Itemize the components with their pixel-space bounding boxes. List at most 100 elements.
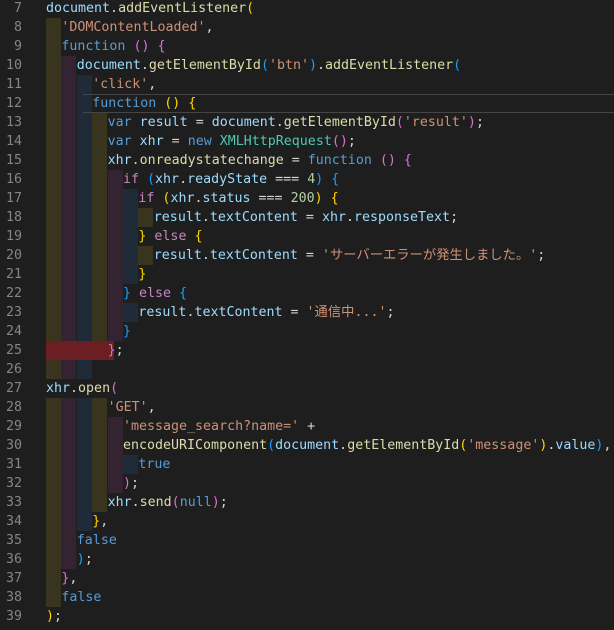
code-line[interactable]: 13 var result = document.getElementById('…	[0, 113, 614, 132]
code-token: {	[157, 39, 166, 54]
code-text[interactable]: var xhr = new XMLHttpRequest();	[108, 132, 356, 151]
code-text[interactable]: 'click',	[92, 75, 156, 94]
indent-guide	[46, 189, 61, 208]
code-text[interactable]: xhr.open(	[46, 379, 118, 398]
code-token: null	[179, 495, 212, 510]
code-token: send	[139, 495, 172, 510]
code-text[interactable]: result.textContent = xhr.responseText;	[154, 208, 458, 227]
code-text[interactable]: 'GET',	[108, 398, 156, 417]
code-line[interactable]: 35 false	[0, 531, 614, 550]
code-line[interactable]: 28 'GET',	[0, 398, 614, 417]
code-text[interactable]: } else {	[123, 284, 187, 303]
code-text[interactable]: result.textContent = 'サーバーエラーが発生しました。';	[154, 246, 546, 265]
code-text[interactable]: 'DOMContentLoaded',	[61, 18, 213, 37]
code-line[interactable]: 30 encodeURIComponent(document.getElement…	[0, 436, 614, 455]
indent-guide	[76, 398, 92, 417]
code-text[interactable]: );	[46, 607, 62, 626]
code-token: if	[123, 172, 140, 187]
code-line[interactable]: 19} else {	[0, 227, 614, 246]
code-line[interactable]: 17 if (xhr.status === 200) {	[0, 189, 614, 208]
indent-guide	[61, 360, 77, 379]
code-token: =	[297, 210, 322, 225]
code-line[interactable]: 8 'DOMContentLoaded',	[0, 18, 614, 37]
code-line[interactable]: 11 'click',	[0, 75, 614, 94]
code-text[interactable]: }	[138, 265, 146, 284]
code-text[interactable]: );	[77, 550, 93, 569]
code-line[interactable]: 7 document.addEventListener(	[0, 0, 614, 18]
code-text[interactable]: false	[61, 588, 101, 607]
code-line[interactable]: 16 if (xhr.readyState === 4) {	[0, 170, 614, 189]
indent-guide	[61, 322, 77, 341]
indent-guide	[46, 436, 61, 455]
code-line[interactable]: 38 false	[0, 588, 614, 607]
code-line[interactable]: 33 xhr.send(null);	[0, 493, 614, 512]
code-text[interactable]: if (xhr.status === 200) {	[138, 189, 338, 208]
code-text[interactable]: if (xhr.readyState === 4) {	[123, 170, 339, 189]
line-number: 14	[5, 134, 22, 149]
indent-guide	[92, 436, 108, 455]
code-line[interactable]: 15 xhr.onreadystatechange = function () {	[0, 151, 614, 170]
code-line[interactable]: 37},	[0, 569, 614, 588]
code-line[interactable]: 31 true	[0, 455, 614, 474]
code-token: ,	[603, 438, 612, 453]
indent-guide	[107, 208, 123, 227]
code-text[interactable]: } else {	[138, 227, 202, 246]
code-text[interactable]: function () {	[92, 94, 196, 113]
code-token: )	[46, 609, 55, 624]
code-text[interactable]: encodeURIComponent(document.getElementBy…	[123, 436, 611, 455]
code-line[interactable]: 20 result.textContent = 'サーバーエラーが発生しました。'…	[0, 246, 614, 265]
code-text[interactable]: );	[123, 474, 139, 493]
code-text[interactable]: xhr.onreadystatechange = function () {	[108, 151, 412, 170]
code-line[interactable]: 10 document.getElementById('btn').addEven…	[0, 56, 614, 75]
code-line[interactable]: 21}	[0, 265, 614, 284]
code-editor[interactable]: 7 document.addEventListener(8 'DOMContentL…	[0, 0, 614, 630]
code-token: ,	[69, 571, 78, 586]
code-line[interactable]: 34},	[0, 512, 614, 531]
indent-guide	[92, 474, 108, 493]
code-text[interactable]: var result = document.getElementById('re…	[108, 113, 484, 132]
code-text[interactable]: false	[77, 531, 117, 550]
code-text[interactable]: result.textContent = '通信中...';	[138, 303, 394, 322]
code-line[interactable]: 32);	[0, 474, 614, 493]
code-token: }	[92, 514, 101, 529]
code-line[interactable]: 29 'message_search?name=' +	[0, 417, 614, 436]
code-text[interactable]: }	[123, 322, 131, 341]
indent-guide	[123, 208, 138, 227]
code-token: '通信中...'	[306, 305, 387, 320]
code-token: document	[211, 115, 276, 130]
indent-guide	[76, 360, 92, 379]
code-line[interactable]: 22} else {	[0, 284, 614, 303]
code-text[interactable]: function () {	[61, 37, 165, 56]
code-text[interactable]: },	[92, 512, 108, 531]
code-text[interactable]: };	[108, 341, 124, 360]
code-text[interactable]: document.addEventListener(	[46, 0, 254, 18]
code-line[interactable]: 39);	[0, 607, 614, 626]
code-text[interactable]: 'message_search?name=' +	[123, 417, 315, 436]
code-line[interactable]: 36);	[0, 550, 614, 569]
code-token: ,	[100, 514, 109, 529]
code-line[interactable]: 12 function () {	[0, 94, 614, 113]
code-line[interactable]: 14 var xhr = new XMLHttpRequest();	[0, 132, 614, 151]
code-text[interactable]: document.getElementById('btn').addEventL…	[77, 56, 461, 75]
indent-guide	[92, 284, 108, 303]
indent-guide	[76, 455, 92, 474]
indent-guide	[46, 246, 61, 265]
code-text[interactable]: xhr.send(null);	[108, 493, 228, 512]
code-line[interactable]: 26	[0, 360, 614, 379]
code-line[interactable]: 27 xhr.open(	[0, 379, 614, 398]
code-line[interactable]: 25};	[0, 341, 614, 360]
code-line[interactable]: 18 result.textContent = xhr.responseText;	[0, 208, 614, 227]
code-line[interactable]: 9 function () {	[0, 37, 614, 56]
code-token: xhr	[139, 134, 164, 149]
code-token: 'GET'	[107, 400, 148, 415]
code-text[interactable]: },	[61, 569, 77, 588]
indent-guide	[92, 113, 108, 132]
indent-guide	[76, 151, 92, 170]
code-token: ,	[147, 400, 156, 415]
code-line[interactable]: 23 result.textContent = '通信中...';	[0, 303, 614, 322]
code-line[interactable]: 24}	[0, 322, 614, 341]
code-text[interactable]: true	[138, 455, 170, 474]
code-token: result	[139, 115, 188, 130]
code-token: textContent	[209, 248, 298, 263]
